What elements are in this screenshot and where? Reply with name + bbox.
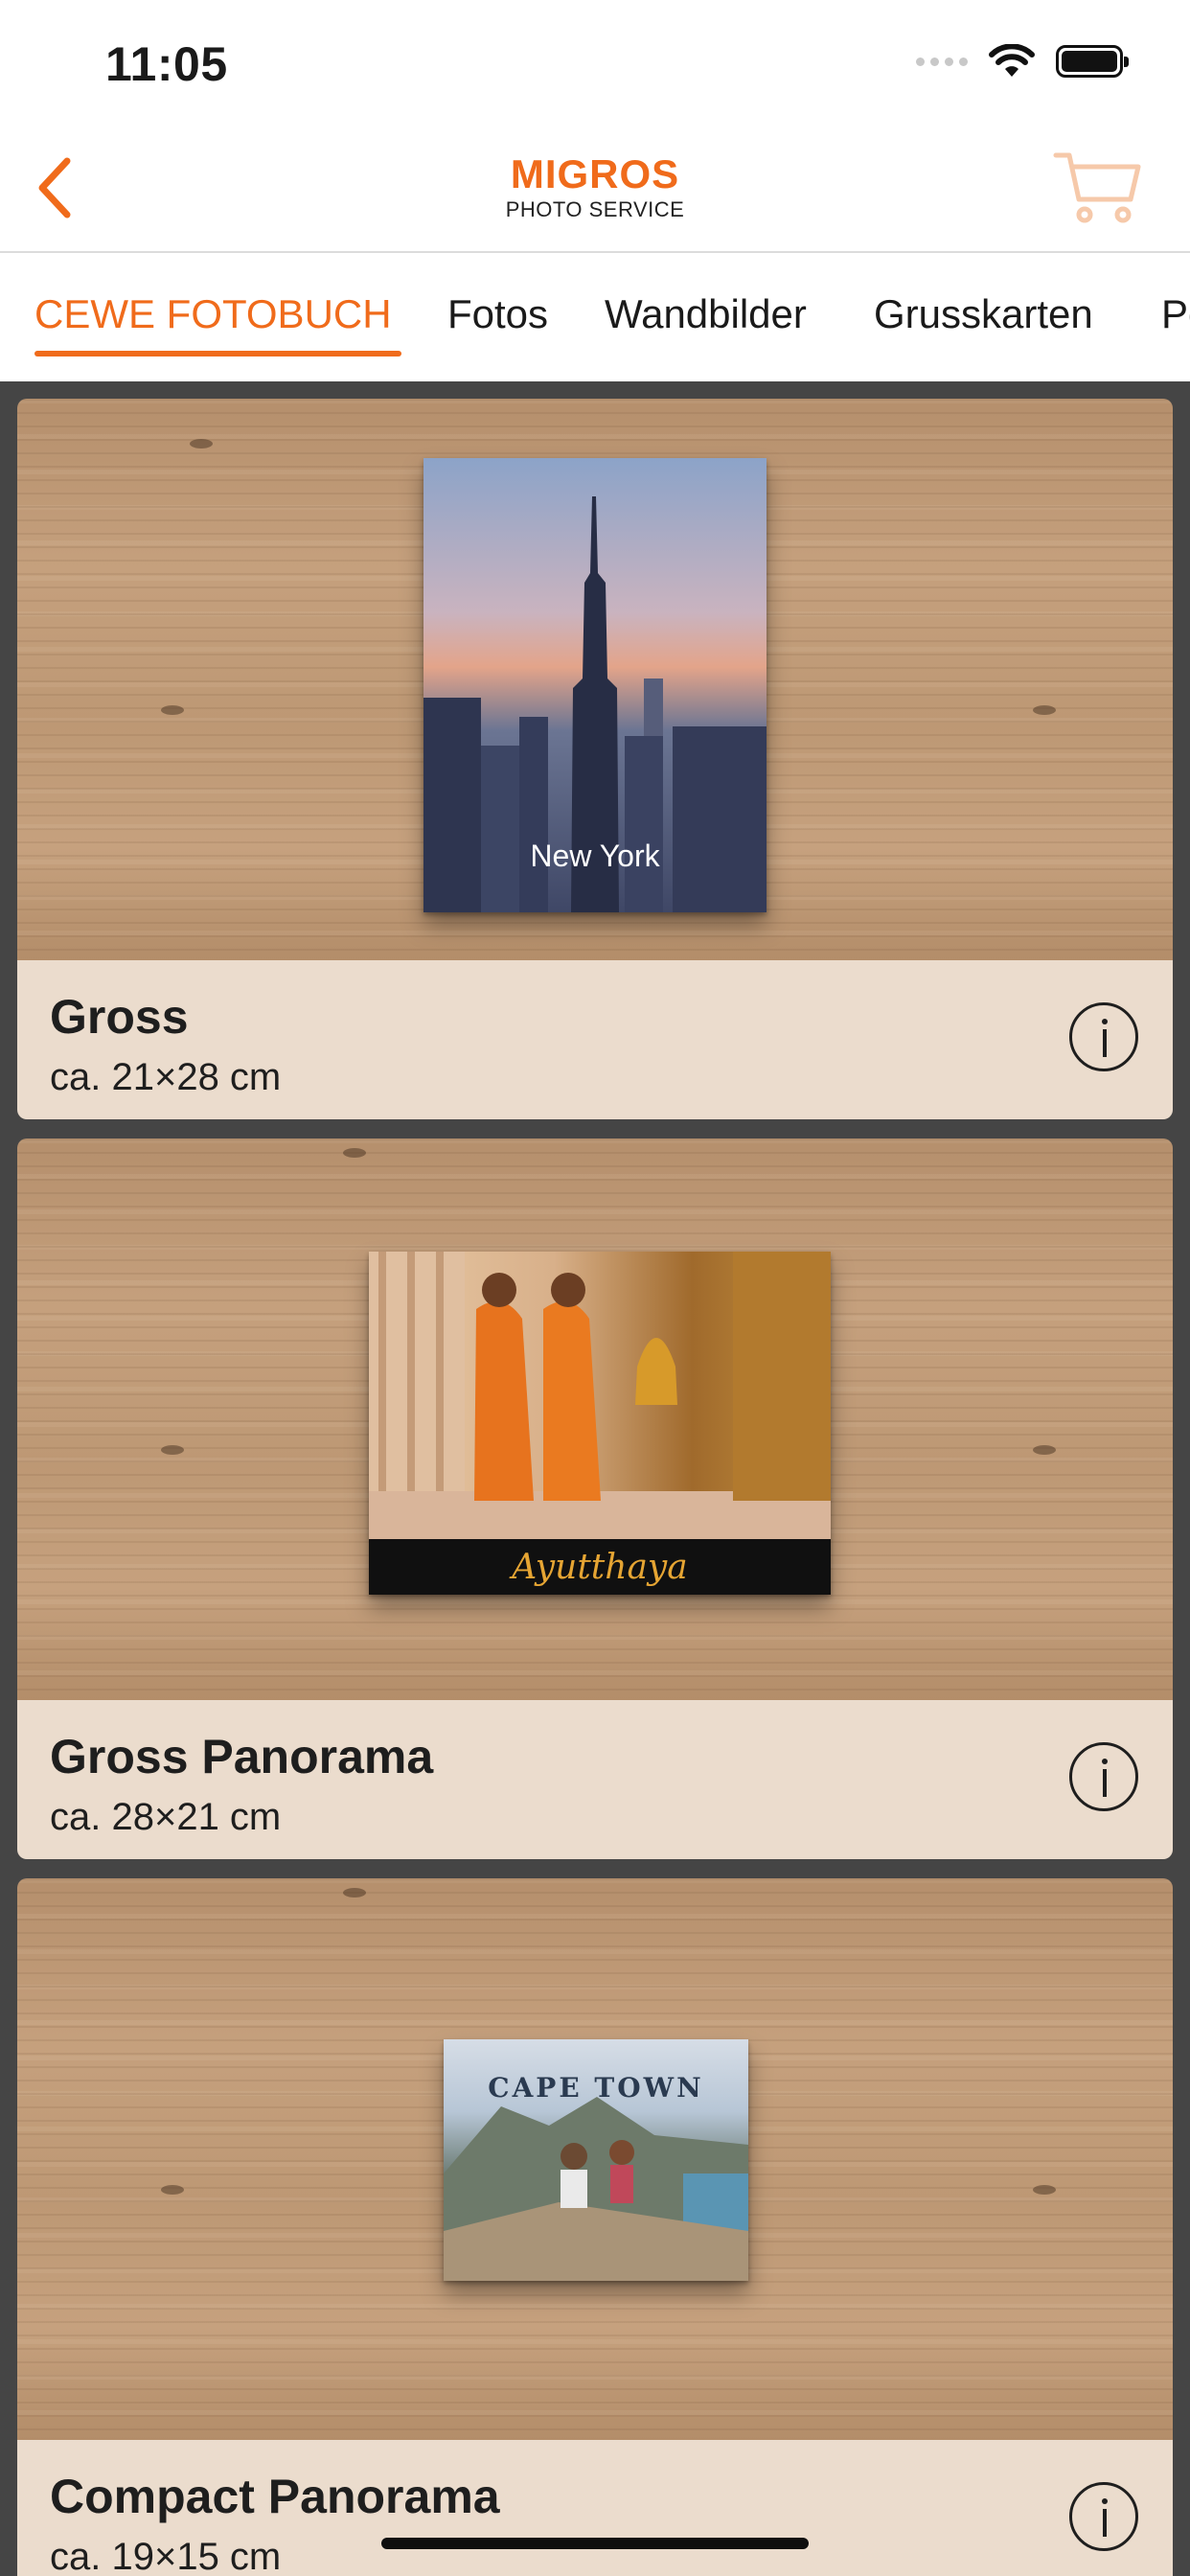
tab-partial[interactable]: Po xyxy=(1161,291,1190,337)
product-title: Gross Panorama xyxy=(50,1730,434,1783)
tab-cewe-fotobuch[interactable]: CEWE FOTOBUCH xyxy=(34,291,392,337)
wood-background: Ayutthaya xyxy=(17,1138,1173,1700)
tab-grusskarten[interactable]: Grusskarten xyxy=(874,291,1093,337)
active-tab-indicator xyxy=(34,351,401,356)
product-image: CAPE TOWN xyxy=(444,2039,748,2281)
info-button[interactable] xyxy=(1069,1002,1138,1071)
product-image: Ayutthaya xyxy=(369,1252,831,1595)
brand-name: MIGROS xyxy=(510,151,680,196)
product-title: Gross xyxy=(50,990,189,1044)
status-icons xyxy=(916,44,1129,79)
cover-title: New York xyxy=(530,839,660,873)
product-size: ca. 21×28 cm xyxy=(50,1056,282,1098)
monks-illustration xyxy=(369,1252,831,1595)
cellular-signal-icon xyxy=(916,57,968,66)
battery-icon xyxy=(1056,45,1129,78)
tab-fotos[interactable]: Fotos xyxy=(447,291,548,337)
product-title: Compact Panorama xyxy=(50,2470,500,2523)
nav-bar: MIGROS PHOTO SERVICE xyxy=(0,125,1190,253)
product-card[interactable]: New York Gross ca. 21×28 cm xyxy=(17,399,1173,1119)
product-size: ca. 28×21 cm xyxy=(50,1796,282,1838)
info-button[interactable] xyxy=(1069,2482,1138,2551)
home-indicator[interactable] xyxy=(381,2538,809,2549)
wifi-icon xyxy=(989,44,1035,77)
category-tabs: CEWE FOTOBUCH Fotos Wandbilder Grusskart… xyxy=(0,253,1190,381)
product-list[interactable]: New York Gross ca. 21×28 cm Ayutthaya Gr… xyxy=(0,381,1190,2576)
card-footer: Gross ca. 21×28 cm xyxy=(17,960,1173,1119)
product-image: New York xyxy=(423,458,767,912)
brand-logo: MIGROS PHOTO SERVICE xyxy=(0,153,1190,222)
card-footer: Compact Panorama ca. 19×15 cm xyxy=(17,2440,1173,2576)
cover-title: Ayutthaya xyxy=(512,1548,688,1587)
product-card[interactable]: Ayutthaya Gross Panorama ca. 28×21 cm xyxy=(17,1138,1173,1859)
tab-wandbilder[interactable]: Wandbilder xyxy=(605,291,807,337)
info-button[interactable] xyxy=(1069,1742,1138,1811)
cart-icon xyxy=(1053,152,1141,223)
cover-title: CAPE TOWN xyxy=(488,2072,704,2104)
card-footer: Gross Panorama ca. 28×21 cm xyxy=(17,1700,1173,1859)
wood-background: New York xyxy=(17,399,1173,960)
brand-subtitle: PHOTO SERVICE xyxy=(505,197,685,221)
cart-button[interactable] xyxy=(1052,150,1144,228)
status-time: 11:05 xyxy=(105,37,228,91)
product-card[interactable]: CAPE TOWN Compact Panorama ca. 19×15 cm xyxy=(17,1878,1173,2576)
status-bar: 11:05 xyxy=(0,0,1190,125)
wood-background: CAPE TOWN xyxy=(17,1878,1173,2440)
product-size: ca. 19×15 cm xyxy=(50,2536,282,2576)
